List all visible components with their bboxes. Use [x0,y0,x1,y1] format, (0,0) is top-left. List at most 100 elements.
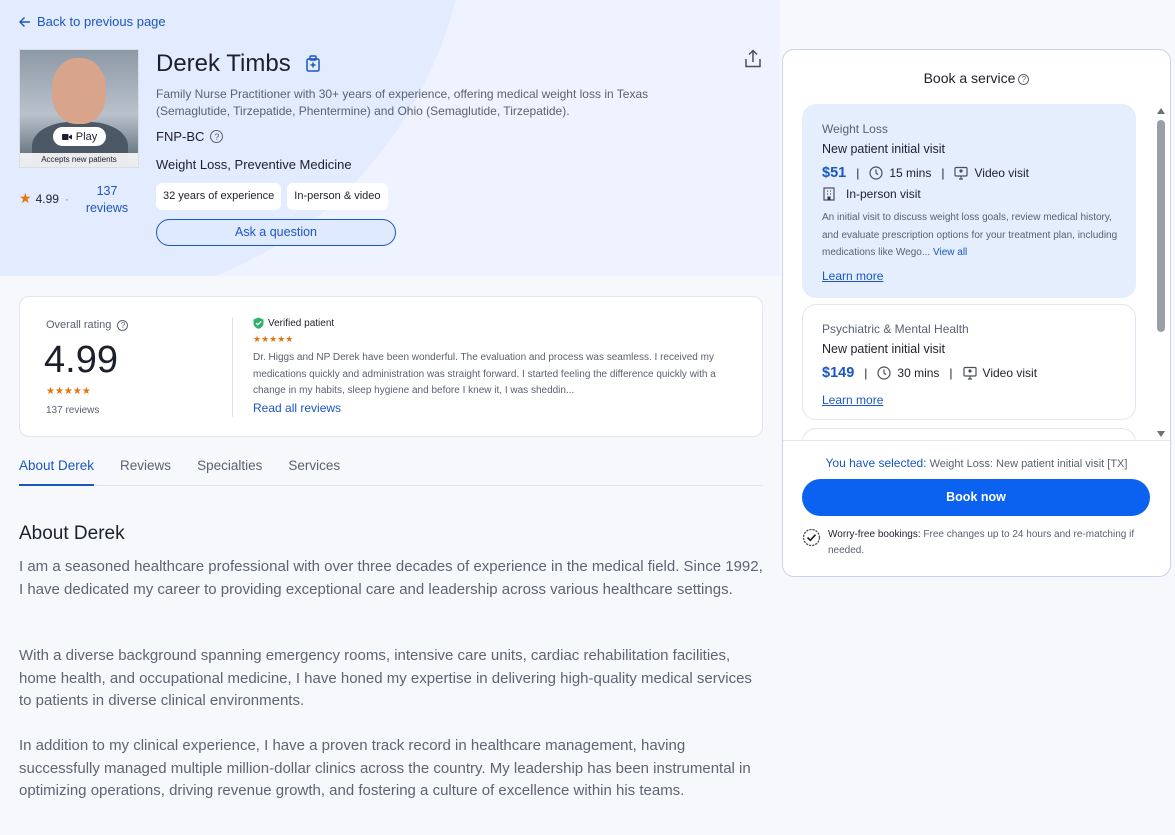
provider-photo[interactable]: Play Accepts new patients [19,49,139,168]
worry-free-note: Worry-free bookings: Free changes up to … [802,527,1142,559]
experience-chip: 32 years of experience [156,183,282,210]
rating-card: Overall rating ? 4.99 ★★★★★ 137 reviews … [19,296,763,437]
visit-mode-chip: In-person & video [287,183,388,210]
help-icon[interactable]: ? [1018,73,1030,85]
provider-chips: 32 years of experience In-person & video [156,183,388,210]
arrow-left-icon [19,16,30,27]
provider-name: Derek Timbs [156,50,291,77]
learn-more-link[interactable]: Learn more [822,269,883,283]
selected-value: Weight Loss: New patient initial visit [… [929,458,1128,470]
provider-specialties: Weight Loss, Preventive Medicine [156,157,352,172]
separator: | [856,166,860,180]
separator: | [949,366,953,380]
help-icon[interactable]: ? [117,319,129,331]
booking-footer: You have selected: Weight Loss: New pati… [783,440,1170,576]
video-camera-icon [61,133,72,140]
check-badge-icon [802,528,821,547]
duration: 30 mins [877,366,939,380]
book-now-button[interactable]: Book now [802,479,1150,516]
scroll-thumb[interactable] [1157,120,1165,332]
profile-tabs: About Derek Reviews Specialties Services [19,456,763,486]
medical-badge-icon [305,55,320,72]
duration-label: 30 mins [897,366,940,380]
play-label: Play [75,130,98,143]
credential-row: FNP-BC ? [156,129,224,144]
booking-card: Book a service? Weight Loss New patient … [782,49,1171,577]
rating-divider [232,317,233,417]
mini-rating: ★ 4.99 · [19,190,69,207]
provider-name-row: Derek Timbs [156,50,321,78]
ask-question-button[interactable]: Ask a question [156,219,396,246]
booking-title: Book a service [923,70,1016,86]
selected-service: You have selected: Weight Loss: New pati… [783,456,1170,470]
credential: FNP-BC [156,129,205,144]
back-link-label: Back to previous page [37,14,166,29]
service-card-weight-loss[interactable]: Weight Loss New patient initial visit $5… [802,104,1136,298]
learn-more-link[interactable]: Learn more [822,393,883,407]
separator: | [864,366,868,380]
duration-label: 15 mins [889,166,932,180]
worry-free-label: Worry-free bookings: [828,529,921,540]
in-person-label: In-person visit [846,187,921,201]
overall-rating-score: 4.99 [44,339,118,381]
video-visit-label: Video visit [982,366,1038,380]
service-type: New patient initial visit [822,342,945,356]
rating-stars: ★★★★★ [46,386,91,397]
booking-title-row: Book a service? [783,70,1170,86]
video-visit-label: Video visit [974,166,1029,180]
photo-figure-head [52,58,106,124]
services-scrollbar[interactable] [1156,105,1166,437]
selected-label: You have selected: [825,456,927,470]
service-type: New patient initial visit [822,142,945,156]
service-meta: $149 | 30 mins | Video visit [822,365,1037,381]
about-paragraph: I am a seasoned healthcare professional … [19,558,763,598]
accepts-new-patients-badge: Accepts new patients [20,153,138,167]
review-quote: Dr. Higgs and NP Derek have been wonderf… [253,352,716,396]
in-person-visit: In-person visit [822,187,921,201]
help-icon[interactable]: ? [210,130,224,143]
mini-rating-separator: · [64,191,69,206]
video-visit: Video visit [962,366,1038,380]
reviews-count-link[interactable]: 137 reviews [82,183,132,217]
overall-rating-label: Overall rating [46,319,112,331]
video-visit-icon [954,166,969,180]
service-category: Weight Loss [822,122,888,136]
service-description: An initial visit to discuss weight loss … [822,209,1122,262]
overall-rating-label-row: Overall rating ? [46,319,129,331]
scroll-down-arrow-icon[interactable] [1157,431,1165,437]
tab-about[interactable]: About Derek [19,456,95,486]
scroll-up-arrow-icon[interactable] [1157,108,1165,114]
service-meta: $51 | 15 mins | Video visit [822,165,1029,181]
worry-free-text-wrap: Worry-free bookings: Free changes up to … [828,527,1142,559]
clock-icon [869,166,883,180]
verified-label: Verified patient [268,317,335,329]
read-all-reviews-link[interactable]: Read all reviews [253,401,341,415]
service-price: $51 [822,165,847,181]
view-all-link[interactable]: View all [933,247,967,258]
play-video-button[interactable]: Play [53,127,106,146]
verified-shield-icon [253,317,264,329]
tab-services[interactable]: Services [288,456,340,486]
duration: 15 mins [869,166,931,180]
service-card-mental-health[interactable]: Psychiatric & Mental Health New patient … [802,304,1136,420]
service-category: Psychiatric & Mental Health [822,322,969,336]
back-link[interactable]: Back to previous page [19,14,166,29]
review-stars: ★★★★★ [253,334,294,344]
about-paragraph: In addition to my clinical experience, I… [19,737,751,800]
video-visit: Video visit [954,166,1029,180]
building-icon [823,187,835,201]
share-icon[interactable] [744,49,762,69]
clock-icon [877,366,891,380]
verified-patient: Verified patient [253,317,334,329]
video-visit-icon [962,366,977,380]
tab-reviews[interactable]: Reviews [120,456,171,486]
service-price: $149 [822,365,855,381]
tab-specialties[interactable]: Specialties [197,456,262,486]
rating-count: 137 reviews [46,405,100,416]
mini-rating-value: 4.99 [35,191,59,206]
about-heading: About Derek [19,523,125,544]
provider-bio: Family Nurse Practitioner with 30+ years… [156,87,649,118]
star-icon: ★ [19,190,32,206]
about-paragraph: With a diverse background spanning emerg… [19,647,752,710]
service-description-text: An initial visit to discuss weight loss … [822,212,1118,258]
